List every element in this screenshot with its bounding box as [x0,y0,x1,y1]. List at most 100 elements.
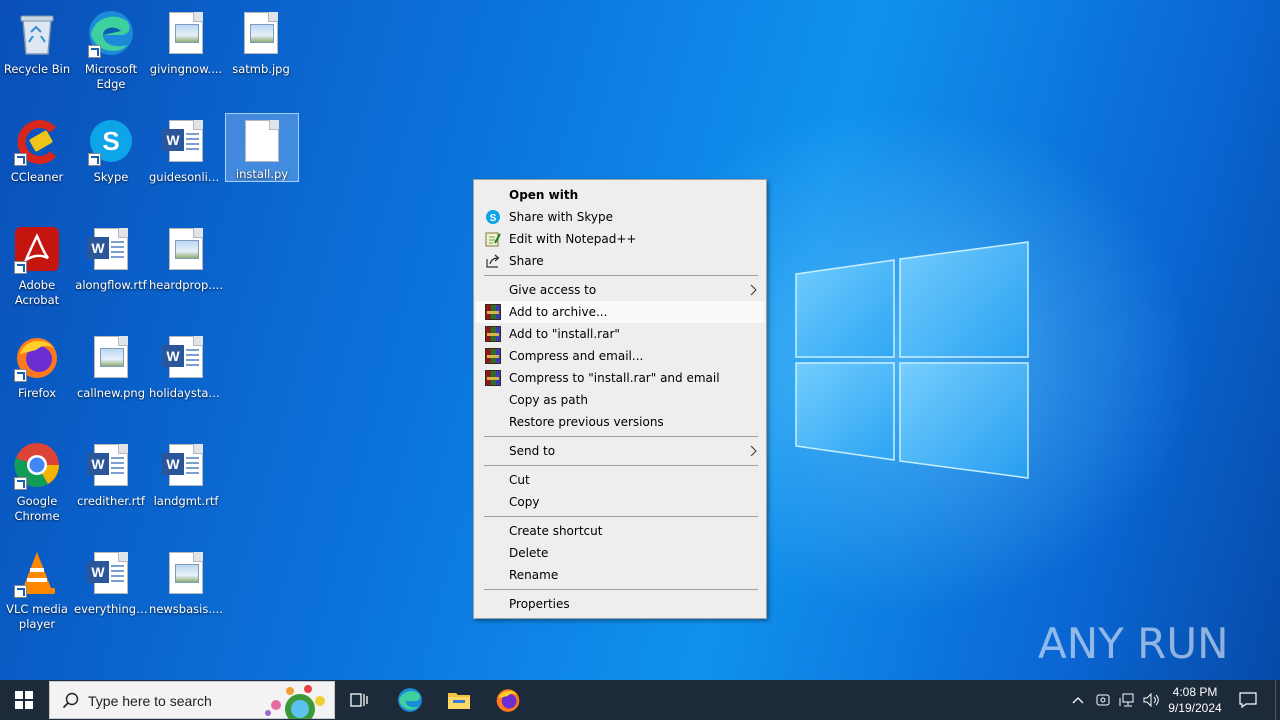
menu-item-send-to[interactable]: Send to [476,440,764,462]
desktop-icon-heardprop[interactable]: heardprop.... [149,220,223,320]
menu-item-label: Edit with Notepad++ [509,232,637,246]
image-file-icon [86,332,136,382]
desktop-icon-skype[interactable]: S Skype [74,112,148,212]
menu-item-label: Share [509,254,544,268]
menu-item-share[interactable]: Share [476,250,764,272]
desktop-icon-label: guidesonlin... [149,170,223,184]
show-hidden-icons-button[interactable] [1068,680,1088,720]
menu-item-open-with[interactable]: Open with [476,184,764,206]
desktop-icon-guidesonline[interactable]: W guidesonlin... [149,112,223,212]
taskbar-firefox-button[interactable] [488,680,528,720]
desktop-icon-label: Firefox [17,386,57,400]
search-highlight-illustration-icon [265,685,325,719]
desktop-icon-label: callnew.png [76,386,146,400]
image-file-icon [236,8,286,58]
image-file-icon [161,224,211,274]
firefox-icon [12,332,62,382]
desktop-icon-newsbasis[interactable]: newsbasis.... [149,544,223,644]
desktop-icon-adobe-acrobat[interactable]: Adobe Acrobat [0,220,74,320]
desktop-icon-credither[interactable]: W credither.rtf [74,436,148,536]
menu-item-label: Give access to [509,283,597,297]
menu-item-share-with-skype[interactable]: S Share with Skype [476,206,764,228]
chevron-right-icon [750,284,757,296]
taskbar-search-box[interactable]: Type here to search [49,681,335,719]
menu-separator [484,436,758,437]
image-file-icon [161,548,211,598]
svg-text:S: S [490,213,497,224]
anyrun-watermark-logo: ANY RUN [1038,619,1229,668]
desktop-icon-firefox[interactable]: Firefox [0,328,74,428]
word-file-icon: W [86,224,136,274]
menu-item-restore-previous-versions[interactable]: Restore previous versions [476,411,764,433]
shortcut-arrow-icon [14,369,27,382]
desktop-icon-label: heardprop.... [149,278,223,292]
menu-item-add-to-archive[interactable]: Add to archive... [476,301,764,323]
menu-item-give-access-to[interactable]: Give access to [476,279,764,301]
desktop-icon-label: givingnow.... [149,62,223,76]
word-file-icon: W [161,332,211,382]
desktop-icon-alongflow[interactable]: W alongflow.rtf [74,220,148,320]
word-file-icon: W [86,440,136,490]
menu-item-add-to-install-rar[interactable]: Add to "install.rar" [476,323,764,345]
menu-item-label: Send to [509,444,556,458]
desktop-icon-landgmt[interactable]: W landgmt.rtf [149,436,223,536]
shortcut-arrow-icon [14,261,27,274]
menu-item-cut[interactable]: Cut [476,469,764,491]
desktop-icon-google-chrome[interactable]: Google Chrome [0,436,74,536]
show-desktop-button[interactable] [1275,680,1280,720]
menu-item-rename[interactable]: Rename [476,564,764,586]
menu-item-label: Compress to "install.rar" and email [509,371,720,385]
winrar-icon [485,326,501,342]
desktop-icon-vlc[interactable]: VLC media player [0,544,74,644]
desktop-icon-label: alongflow.rtf [75,278,147,292]
shortcut-arrow-icon [14,477,27,490]
edge-icon [398,688,422,712]
menu-item-edit-with-notepadpp[interactable]: Edit with Notepad++ [476,228,764,250]
shortcut-arrow-icon [14,585,27,598]
desktop-icon-recycle-bin[interactable]: Recycle Bin [0,4,74,104]
image-file-icon [161,8,211,58]
desktop-icon-ccleaner[interactable]: CCleaner [0,112,74,212]
tray-network-button[interactable] [1117,680,1137,720]
desktop-icon-label: install.py [235,167,289,181]
start-button[interactable] [0,680,48,720]
desktop-icon-satmb[interactable]: satmb.jpg [224,4,298,104]
menu-item-label: Copy [509,495,540,509]
task-view-button[interactable] [340,680,380,720]
desktop-icon-callnew[interactable]: callnew.png [74,328,148,428]
shortcut-arrow-icon [88,45,101,58]
meet-now-icon [1096,694,1110,706]
watermark-text: ANY RUN [1038,619,1229,668]
tray-meet-now-button[interactable] [1093,680,1113,720]
menu-item-properties[interactable]: Properties [476,593,764,615]
taskbar-edge-button[interactable] [390,680,430,720]
desktop-icon-holidaystax[interactable]: W holidaystax.... [149,328,223,428]
taskbar-clock[interactable]: 4:08 PM 9/19/2024 [1160,684,1230,716]
menu-item-compress-to-rar-and-email[interactable]: Compress to "install.rar" and email [476,367,764,389]
menu-item-label: Delete [509,546,549,560]
desktop-icon-everything[interactable]: W everything.... [74,544,148,644]
search-icon [62,692,79,709]
desktop-icon-givingnow[interactable]: givingnow.... [149,4,223,104]
tray-volume-button[interactable] [1141,680,1161,720]
desktop-icon-label: Microsoft Edge [84,62,138,91]
clock-time: 4:08 PM [1172,685,1218,699]
word-file-icon: W [161,116,211,166]
menu-separator [484,589,758,590]
action-center-button[interactable] [1236,680,1260,720]
desktop-icon-label: landgmt.rtf [153,494,219,508]
word-file-icon: W [161,440,211,490]
menu-separator [484,275,758,276]
menu-item-copy-as-path[interactable]: Copy as path [476,389,764,411]
clock-date: 9/19/2024 [1168,701,1222,715]
menu-item-label: Cut [509,473,530,487]
word-file-icon: W [86,548,136,598]
menu-item-delete[interactable]: Delete [476,542,764,564]
menu-item-compress-and-email[interactable]: Compress and email... [476,345,764,367]
desktop-icon-microsoft-edge[interactable]: Microsoft Edge [74,4,148,104]
desktop-icon-install-py[interactable]: install.py [225,113,299,182]
menu-item-create-shortcut[interactable]: Create shortcut [476,520,764,542]
taskbar-file-explorer-button[interactable] [439,680,479,720]
menu-item-copy[interactable]: Copy [476,491,764,513]
search-placeholder: Type here to search [88,693,212,709]
